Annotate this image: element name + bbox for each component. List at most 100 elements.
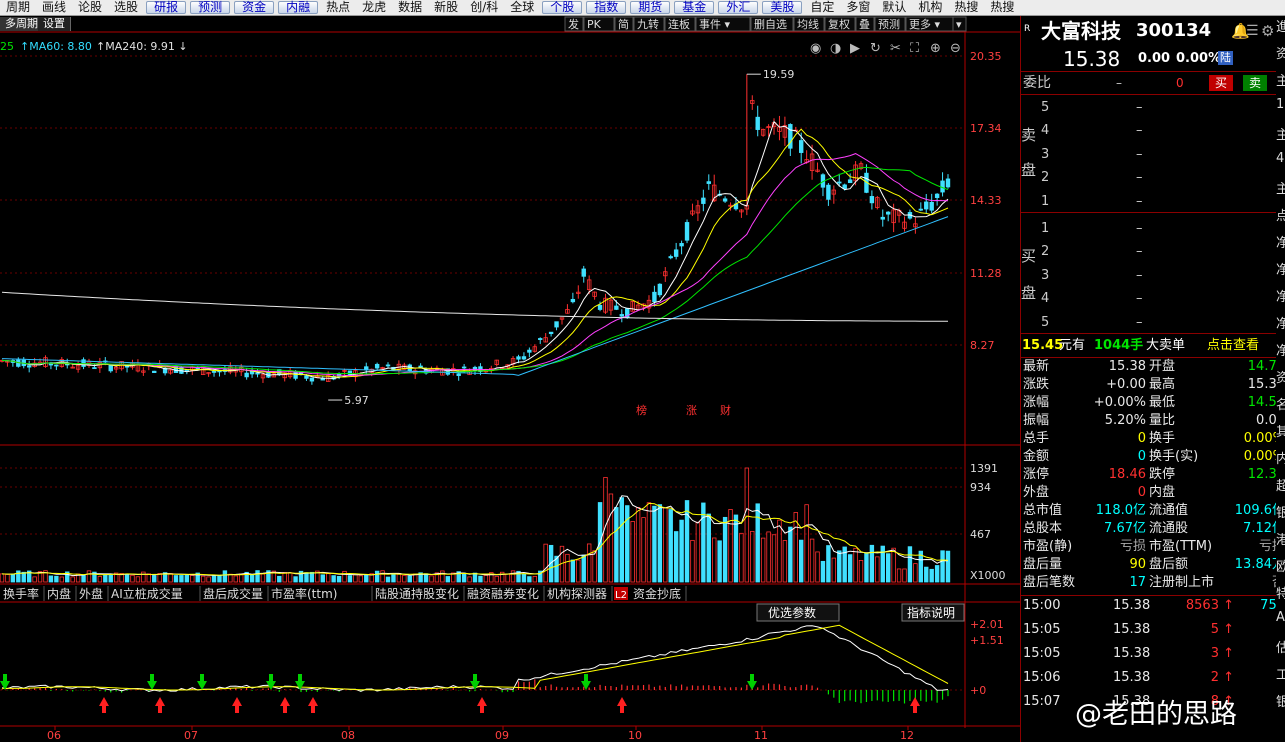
side-char-19[interactable]: 港: [1276, 529, 1285, 548]
indicator-tab-4[interactable]: 盘后成交量: [203, 586, 263, 601]
side-char-10[interactable]: 净: [1276, 286, 1285, 305]
volume-bar: [48, 575, 54, 583]
indicator-tab-3[interactable]: AI立桩成交量: [111, 586, 183, 601]
indicator-tab-6[interactable]: 陆股通持股变化: [375, 586, 459, 601]
indicator-tab-9[interactable]: 资金抄底: [633, 586, 681, 601]
side-char-22[interactable]: AI: [1276, 610, 1285, 625]
opt-params-label: 优选参数: [768, 605, 816, 620]
tick-time: 15:06: [1023, 670, 1061, 685]
right-panel: R 大富科技 300134 🔔 ☰ ⚙ 15.38 0.00 0.00% 陆 委…: [1020, 16, 1285, 742]
menu-item-5[interactable]: 预测: [190, 1, 231, 14]
side-char-21[interactable]: 特: [1276, 583, 1285, 602]
side-char-7[interactable]: 点: [1276, 205, 1285, 224]
volume-bar: [679, 519, 684, 583]
candle-body: [347, 370, 353, 376]
menu-item-22[interactable]: 默认: [876, 0, 912, 15]
volume-bar: [347, 575, 353, 583]
list-icon[interactable]: ☰: [1246, 18, 1259, 44]
menu-item-13[interactable]: 全球: [504, 0, 540, 15]
menu-item-14[interactable]: 个股: [542, 1, 583, 14]
buy-button[interactable]: 买: [1209, 75, 1234, 91]
indicator-tab-8[interactable]: 机构探测器: [547, 586, 607, 601]
banner-link[interactable]: 点击查看: [1207, 337, 1259, 355]
tick-price: 15.38: [1113, 646, 1151, 661]
side-char-11[interactable]: 净: [1276, 313, 1285, 332]
tick-row-2: 15:0515.383 ↑1: [1021, 645, 1285, 663]
side-char-14[interactable]: 名: [1276, 394, 1285, 413]
indicator-tab-1[interactable]: 内盘: [47, 586, 71, 601]
chart-tool-icon-4: ✂: [890, 41, 901, 56]
menu-item-1[interactable]: 画线: [36, 0, 72, 15]
side-char-13[interactable]: 资: [1276, 367, 1285, 386]
candle-body: [679, 243, 684, 247]
sell-button[interactable]: 卖: [1243, 75, 1268, 91]
candle-body: [527, 349, 532, 353]
side-char-24[interactable]: 工: [1276, 664, 1285, 683]
menu-item-12[interactable]: 创/科: [464, 0, 504, 15]
quote-label2: 换手(实): [1149, 449, 1199, 464]
x-tick-1: 07: [184, 729, 198, 742]
menu-item-25[interactable]: 热搜: [984, 0, 1020, 15]
candle-body: [26, 365, 32, 368]
quote-label2: 最低: [1149, 395, 1176, 410]
side-char-0[interactable]: 進: [1276, 16, 1285, 35]
big-order-banner[interactable]: 15.45 元有 1044手 大卖单 点击查看: [1021, 337, 1285, 355]
quote-value: 18.46: [1108, 467, 1146, 482]
candle-body: [657, 283, 663, 296]
menu-item-24[interactable]: 热搜: [948, 0, 984, 15]
settings-tab[interactable]: 设置: [38, 17, 71, 31]
indicator-tab-0[interactable]: 换手率: [3, 586, 39, 601]
tick-row-3: 15:0615.382 ↑1: [1021, 669, 1285, 687]
indicator-tab-2[interactable]: 外盘: [79, 586, 103, 601]
side-char-16[interactable]: 内: [1276, 448, 1285, 467]
side-char-17[interactable]: 超: [1276, 475, 1285, 494]
side-char-20[interactable]: 欧: [1276, 556, 1285, 575]
side-char-2[interactable]: 主: [1276, 70, 1285, 89]
menu-item-15[interactable]: 指数: [586, 1, 627, 14]
gear-icon[interactable]: ⚙: [1261, 18, 1274, 44]
volume-bar: [374, 570, 380, 583]
side-char-25[interactable]: 银: [1276, 691, 1285, 710]
side-char-15[interactable]: 其: [1276, 421, 1285, 440]
volume-bar: [706, 513, 711, 583]
menu-item-7[interactable]: 内融: [278, 1, 319, 14]
side-char-9[interactable]: 净: [1276, 259, 1285, 278]
menu-item-4[interactable]: 研报: [146, 1, 187, 14]
menu-item-2[interactable]: 论股: [72, 0, 108, 15]
price-tick-0: 20.35: [970, 50, 1002, 63]
menu-item-19[interactable]: 美股: [762, 1, 803, 14]
side-char-23[interactable]: 估: [1276, 637, 1285, 656]
tick-price: 15.38: [1113, 598, 1151, 613]
kline-chart-area[interactable]: 发 PK 简九转 连板 事件 ▾ 删自选 均线 复权叠预测 更多 ▾ ▾ ◉ ◑ ▶ ↻ ✂ ⛶ ⊕ ⊖ 25 ↑MA…: [0, 16, 1020, 742]
indicator-tab-7[interactable]: 融资融券变化: [467, 586, 539, 601]
side-char-4[interactable]: 主: [1276, 124, 1285, 143]
side-char-1[interactable]: 资: [1276, 43, 1285, 62]
menu-item-9[interactable]: 龙虎: [356, 0, 392, 15]
tick-time: 15:05: [1023, 622, 1061, 637]
menu-item-18[interactable]: 外汇: [718, 1, 759, 14]
side-char-12[interactable]: 净: [1276, 340, 1285, 359]
menu-item-8[interactable]: 热点: [320, 0, 356, 15]
candle-body: [880, 216, 885, 220]
volume-bar: [16, 570, 21, 583]
menu-item-23[interactable]: 机构: [912, 0, 948, 15]
side-char-6[interactable]: 主: [1276, 178, 1285, 197]
side-char-3[interactable]: 1: [1276, 97, 1284, 112]
menu-item-17[interactable]: 基金: [674, 1, 715, 14]
side-char-5[interactable]: 4: [1276, 151, 1284, 166]
volume-bar: [152, 575, 157, 583]
side-char-8[interactable]: 净: [1276, 232, 1285, 251]
indicator-tab-5[interactable]: 市盈率(ttm): [271, 586, 337, 601]
menu-item-11[interactable]: 新股: [428, 0, 464, 15]
menu-item-10[interactable]: 数据: [392, 0, 428, 15]
menu-item-16[interactable]: 期货: [630, 1, 671, 14]
side-char-18[interactable]: 银: [1276, 502, 1285, 521]
ind-tick-1: +1.51: [970, 634, 1004, 647]
menu-item-3[interactable]: 选股: [108, 0, 144, 15]
quote-label: 涨停: [1023, 467, 1050, 482]
menu-item-20[interactable]: 自定: [804, 0, 840, 15]
menu-item-0[interactable]: 周期: [0, 0, 36, 15]
menu-item-21[interactable]: 多窗: [840, 0, 876, 15]
menu-item-6[interactable]: 资金: [234, 1, 275, 14]
chart-canvas[interactable]: 发 PK 简九转 连板 事件 ▾ 删自选 均线 复权叠预测 更多 ▾ ▾ ◉ ◑ ▶ ↻ ✂ ⛶ ⊕ ⊖ 25 ↑MA…: [0, 16, 1020, 742]
